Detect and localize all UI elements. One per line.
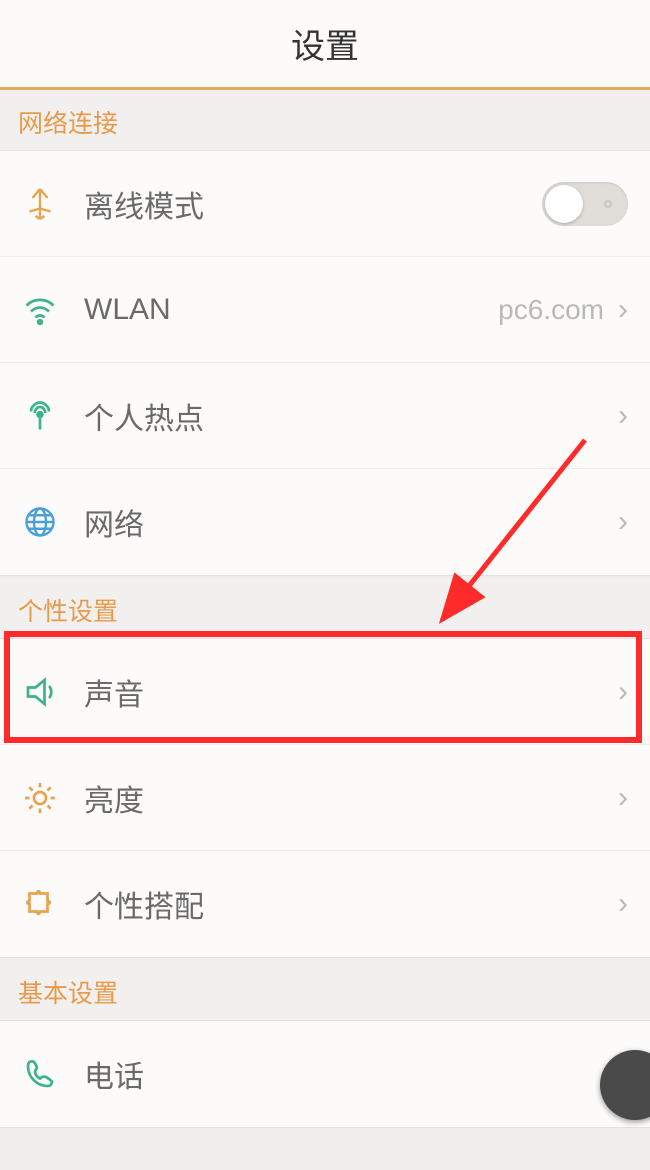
hotspot-icon (22, 398, 68, 434)
section-header-network: 网络连接 (0, 90, 650, 150)
row-network[interactable]: 网络 › (0, 469, 650, 575)
row-theme[interactable]: 个性搭配 › (0, 851, 650, 957)
wlan-value: pc6.com (498, 294, 604, 326)
group-personal: 声音 › 亮度 › 个性搭配 › (0, 638, 650, 958)
row-sound[interactable]: 声音 › (0, 639, 650, 745)
airplane-icon (22, 186, 68, 222)
wifi-icon (22, 292, 68, 328)
row-phone[interactable]: 电话 › (0, 1021, 650, 1127)
chevron-right-icon: › (618, 887, 628, 921)
wlan-label: WLAN (84, 293, 498, 327)
chevron-right-icon: › (618, 505, 628, 539)
airplane-label: 离线模式 (84, 182, 542, 226)
phone-icon (22, 1056, 68, 1092)
chevron-right-icon: › (618, 399, 628, 433)
phone-label: 电话 (84, 1052, 618, 1096)
page-header: 设置 (0, 0, 650, 90)
chevron-right-icon: › (618, 293, 628, 327)
row-airplane-mode[interactable]: 离线模式 (0, 151, 650, 257)
group-basic: 电话 › (0, 1020, 650, 1128)
toggle-dot (604, 200, 612, 208)
brightness-icon (22, 780, 68, 816)
chevron-right-icon: › (618, 675, 628, 709)
brightness-label: 亮度 (84, 776, 618, 820)
sound-label: 声音 (84, 670, 618, 714)
puzzle-icon (22, 886, 68, 922)
page-title: 设置 (291, 19, 359, 68)
hotspot-label: 个人热点 (84, 394, 618, 438)
row-wlan[interactable]: WLAN pc6.com › (0, 257, 650, 363)
globe-icon (22, 504, 68, 540)
network-label: 网络 (84, 500, 618, 544)
toggle-knob (545, 185, 583, 223)
section-header-basic: 基本设置 (0, 960, 650, 1020)
sound-icon (22, 674, 68, 710)
airplane-toggle[interactable] (542, 182, 628, 226)
row-hotspot[interactable]: 个人热点 › (0, 363, 650, 469)
chevron-right-icon: › (618, 781, 628, 815)
group-network: 离线模式 WLAN pc6.com › 个人热点 (0, 150, 650, 576)
section-header-personal: 个性设置 (0, 578, 650, 638)
theme-label: 个性搭配 (84, 882, 618, 926)
row-brightness[interactable]: 亮度 › (0, 745, 650, 851)
